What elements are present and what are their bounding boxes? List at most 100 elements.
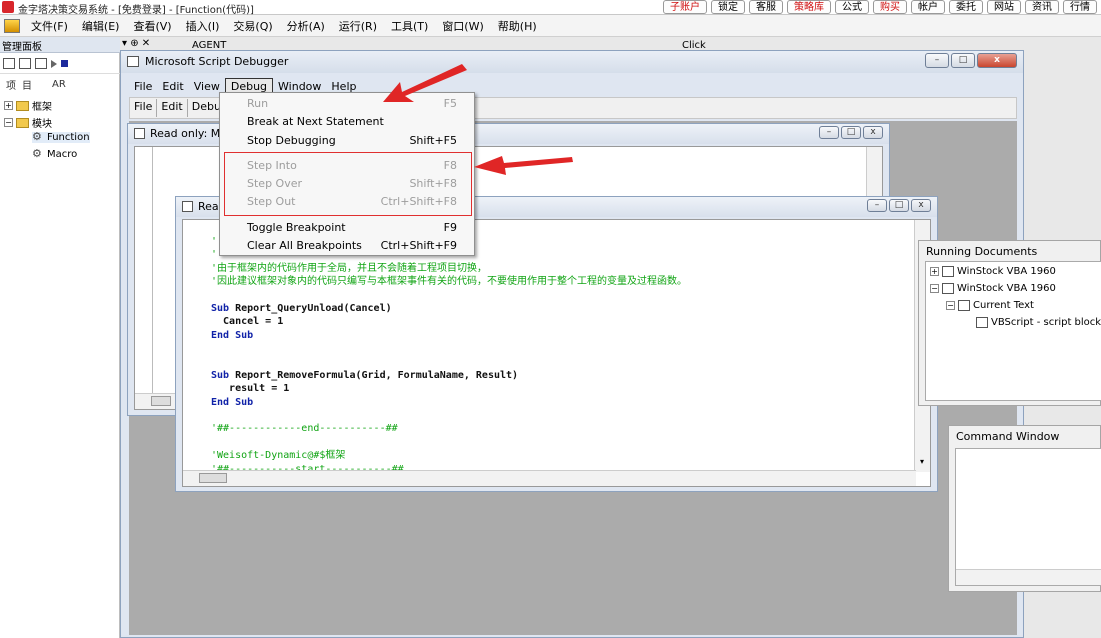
stop-icon[interactable] [61, 60, 68, 67]
document-icon [958, 300, 970, 311]
minimize-button[interactable]: – [925, 53, 949, 68]
scroll-thumb[interactable] [199, 473, 227, 483]
step-items-highlight-box [224, 152, 472, 216]
debugger-window-icon [127, 56, 139, 67]
menu-file[interactable]: File [129, 79, 157, 94]
app-menu-run[interactable]: 运行(R) [332, 18, 384, 34]
doc-tree-item[interactable]: − WinStock VBA 1960 [930, 283, 1056, 294]
app-title-bar: 金字塔决策交易系统 - [免费登录] - [Function(代码)] 子账户锁… [0, 0, 1101, 16]
minimize-button[interactable]: – [867, 199, 887, 212]
menu-item-label: Clear All Breakpoints [247, 239, 362, 252]
doc-tree-item[interactable]: + WinStock VBA 1960 [930, 266, 1056, 277]
menu-edit[interactable]: Edit [157, 79, 188, 94]
tree-item-macro[interactable]: ⚙ Macro [32, 147, 77, 160]
scroll-down-arrow-icon[interactable]: ▾ [917, 458, 927, 468]
menu-item-run[interactable]: Run F5 [220, 95, 474, 113]
tree-expander[interactable]: + [4, 101, 13, 110]
window-icon[interactable] [35, 58, 47, 69]
application-icon [942, 283, 954, 294]
tree-item-framework[interactable]: + 框架 [4, 98, 52, 113]
toolbar-file[interactable]: File [130, 99, 158, 117]
tree-expander[interactable]: + [930, 267, 939, 276]
debugger-title: Microsoft Script Debugger [145, 55, 289, 68]
menu-item-shortcut: F5 [443, 97, 457, 110]
menu-item-shortcut: Shift+F5 [409, 134, 457, 147]
quick-button[interactable]: 锁定 [711, 0, 745, 14]
system-menu-icon[interactable] [4, 18, 20, 33]
readonly-back-controls: – □ x [819, 126, 883, 139]
toolbar-edit[interactable]: Edit [157, 99, 188, 117]
horizontal-scrollbar[interactable] [183, 470, 916, 486]
quick-button[interactable]: 帐户 [911, 0, 945, 14]
app-title: 金字塔决策交易系统 - [免费登录] - [Function(代码)] [18, 5, 254, 16]
menu-item-label: Toggle Breakpoint [247, 221, 346, 234]
quick-button[interactable]: 网站 [987, 0, 1021, 14]
close-button[interactable]: x [863, 126, 883, 139]
code-line: Cancel = 1 [211, 316, 284, 328]
doc-tree-item[interactable]: VBScript - script block [976, 317, 1101, 328]
list-view-icon[interactable] [19, 58, 31, 69]
admin-panel-title: 管理面板 [2, 42, 42, 53]
panel-pin-controls[interactable]: ▾ ⊕ ✕ [122, 38, 150, 49]
doc-tree-item[interactable]: − Current Text [946, 300, 1034, 311]
app-menu-file[interactable]: 文件(F) [24, 18, 75, 34]
quick-button[interactable]: 委托 [949, 0, 983, 14]
menu-item-break-next[interactable]: Break at Next Statement [220, 113, 474, 131]
app-menu-view[interactable]: 查看(V) [126, 18, 178, 34]
debugger-titlebar[interactable]: Microsoft Script Debugger – □ x [121, 51, 1023, 73]
tree-item-label: 模块 [32, 119, 52, 130]
command-input-area[interactable] [955, 448, 1101, 586]
menu-item-toggle-breakpoint[interactable]: Toggle Breakpoint F9 [220, 219, 474, 237]
maximize-button[interactable]: □ [951, 53, 975, 68]
code-editor[interactable]: ' ' '由于框架内的代码作用于全局，并且不会随着工程项目切换， '因此建议框架对象内… [182, 219, 931, 487]
tab-xiang[interactable]: 项 [6, 77, 16, 92]
code-line: result = 1 [211, 383, 290, 395]
tree-expander[interactable]: − [4, 118, 13, 127]
tab-mu[interactable]: 目 [22, 77, 32, 92]
app-menu-tools[interactable]: 工具(T) [384, 18, 435, 34]
code-line: Sub Report_RemoveFormula(Grid, FormulaNa… [211, 369, 519, 381]
tree-expander[interactable]: − [930, 284, 939, 293]
gear-icon: ⚙ [32, 147, 42, 160]
quick-button[interactable]: 公式 [835, 0, 869, 14]
menu-item-shortcut: F9 [443, 221, 457, 234]
horizontal-scrollbar[interactable] [956, 569, 1101, 585]
minimize-button[interactable]: – [819, 126, 839, 139]
document-icon [182, 201, 193, 212]
maximize-button[interactable]: □ [841, 126, 861, 139]
close-button[interactable]: x [911, 199, 931, 212]
quick-button[interactable]: 购买 [873, 0, 907, 14]
admin-panel-header: 管理面板 [0, 37, 120, 53]
app-menu-trade[interactable]: 交易(Q) [226, 18, 279, 34]
scroll-thumb[interactable] [151, 396, 171, 406]
app-menu-help[interactable]: 帮助(H) [491, 18, 544, 34]
horizontal-scrollbar[interactable] [135, 393, 175, 409]
menu-item-shortcut: Ctrl+Shift+F9 [380, 239, 457, 252]
quick-button[interactable]: 行情 [1063, 0, 1097, 14]
menu-item-stop-debugging[interactable]: Stop Debugging Shift+F5 [220, 132, 474, 150]
quick-button[interactable]: 客服 [749, 0, 783, 14]
quick-button[interactable]: 子账户 [663, 0, 707, 14]
menu-item-label: Run [247, 97, 269, 110]
quick-button[interactable]: 资讯 [1025, 0, 1059, 14]
app-logo-icon [2, 1, 14, 13]
tree-item-label: Function [47, 132, 90, 143]
quick-button[interactable]: 策略库 [787, 0, 831, 14]
tree-item-modules[interactable]: − 模块 [4, 115, 52, 130]
app-menu-analysis[interactable]: 分析(A) [280, 18, 332, 34]
maximize-button[interactable]: □ [889, 199, 909, 212]
app-menu-insert[interactable]: 插入(I) [179, 18, 227, 34]
quick-buttons: 子账户 锁定 客服 策略库 公式 购买 帐户 委托 网站 资讯 行情 [663, 0, 1097, 14]
command-window: Command Window [948, 425, 1101, 592]
menu-item-clear-breakpoints[interactable]: Clear All Breakpoints Ctrl+Shift+F9 [220, 237, 474, 255]
grid-view-icon[interactable] [3, 58, 15, 69]
play-icon[interactable] [51, 59, 57, 68]
close-button[interactable]: x [977, 53, 1017, 68]
app-menu-edit[interactable]: 编辑(E) [75, 18, 127, 34]
code-text: ' ' '由于框架内的代码作用于全局，并且不会随着工程项目切换， '因此建议框架对象内… [211, 235, 687, 476]
tree-item-function[interactable]: ⚙ Function [32, 131, 90, 143]
tab-ar[interactable]: AR [52, 79, 66, 90]
app-menu-window[interactable]: 窗口(W) [435, 18, 490, 34]
tree-expander[interactable]: − [946, 301, 955, 310]
